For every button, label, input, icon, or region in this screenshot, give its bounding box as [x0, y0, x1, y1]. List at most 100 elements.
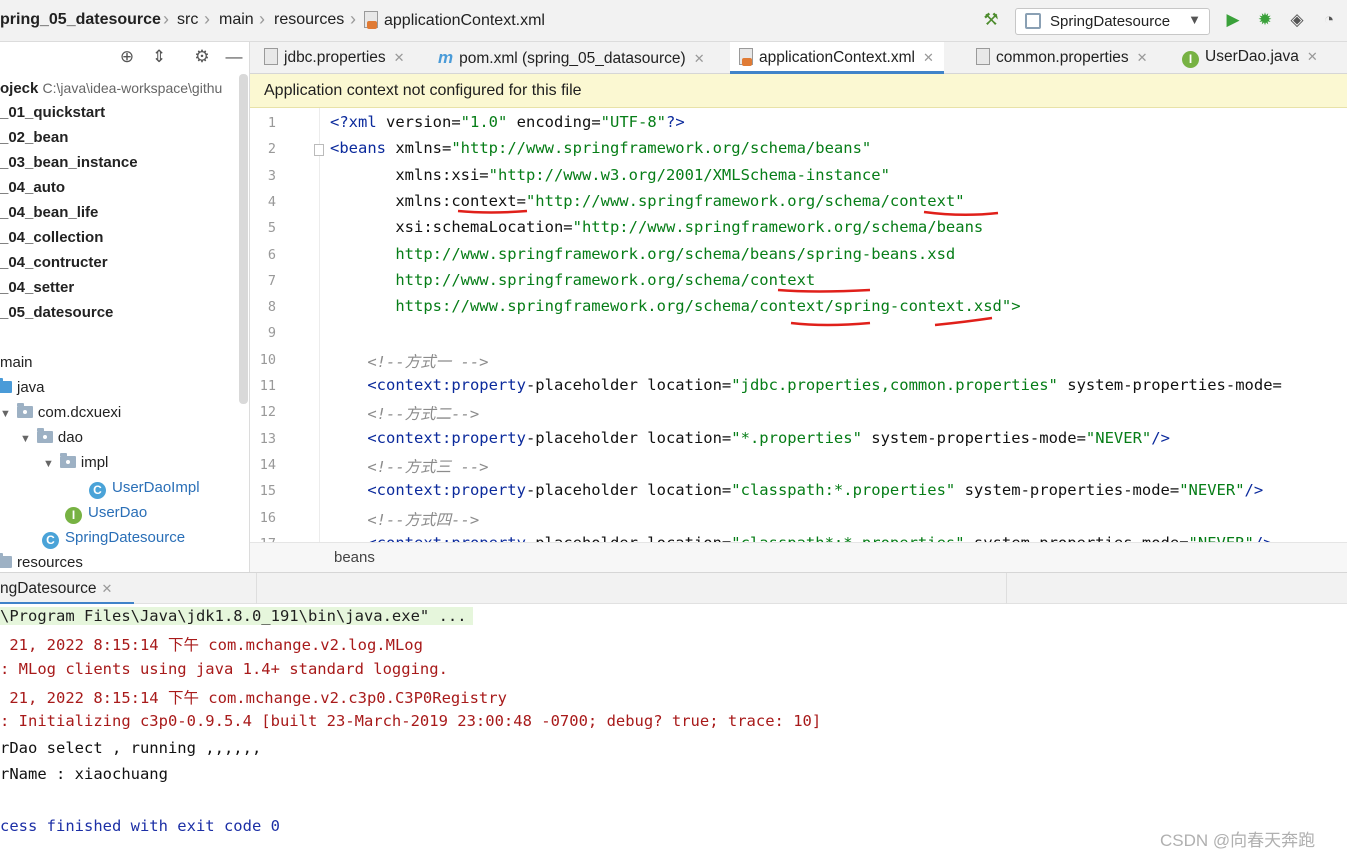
tree-package-impl[interactable]: ▼ impl: [43, 453, 108, 474]
close-icon[interactable]: ✕: [1137, 50, 1148, 65]
code-line[interactable]: <?xml version="1.0" encoding="UTF-8"?>: [330, 113, 685, 131]
tree-folder-main-label: main: [0, 354, 33, 371]
breadcrumb-project[interactable]: pring_05_datesource: [0, 11, 161, 29]
run-console[interactable]: \Program Files\Java\jdk1.8.0_191\bin\jav…: [0, 604, 1347, 856]
tree-interface-userdao[interactable]: I UserDao: [65, 503, 147, 524]
profile-icon[interactable]: ◔: [1318, 9, 1340, 31]
configuration-icon: [1025, 13, 1041, 29]
code-line[interactable]: https://www.springframework.org/schema/c…: [330, 297, 1020, 315]
debug-icon[interactable]: ✹: [1254, 9, 1276, 31]
editor-breadcrumb-beans[interactable]: beans: [334, 549, 375, 566]
breadcrumb-main[interactable]: main: [219, 11, 254, 29]
code-line[interactable]: <!--方式三 -->: [330, 455, 488, 477]
close-icon[interactable]: ✕: [923, 50, 934, 65]
hammer-icon[interactable]: ⚒: [980, 9, 1002, 31]
tree-module[interactable]: _04_setter: [0, 278, 74, 298]
expand-triangle-icon[interactable]: ▼: [0, 404, 11, 424]
fold-marker-icon[interactable]: [314, 144, 324, 156]
source-folder-icon: [0, 378, 12, 393]
close-icon[interactable]: ✕: [694, 51, 705, 66]
line-number: 13: [259, 430, 276, 447]
tree-folder-main[interactable]: main: [0, 353, 33, 373]
breadcrumb-file[interactable]: applicationContext.xml: [364, 11, 545, 30]
expand-triangle-icon[interactable]: ▼: [20, 429, 31, 449]
project-panel: ⊕ ⇕ ⚙ — ojeck C:\java\idea-workspace\git…: [0, 42, 250, 572]
divider: [256, 573, 257, 605]
close-icon[interactable]: ✕: [1307, 49, 1318, 64]
tree-class-userdaoimpl[interactable]: C UserDaoImpl: [89, 478, 200, 499]
minimize-icon[interactable]: —: [224, 47, 244, 67]
xml-file-icon: [364, 11, 378, 29]
project-toolbar: ⊕ ⇕ ⚙ —: [0, 42, 249, 74]
chevron-down-icon: ▼: [1188, 12, 1201, 27]
tree-module[interactable]: _04_collection: [0, 228, 103, 248]
annotation-underline: [923, 210, 999, 217]
console-line: : Initializing c3p0-0.9.5.4 [built 23-Ma…: [0, 712, 822, 731]
breadcrumb-src[interactable]: src: [177, 11, 198, 29]
tree-package-label: com.dcxuexi: [37, 404, 122, 421]
tree-package-root[interactable]: ▼ com.dcxuexi: [0, 403, 121, 424]
line-number: 12: [259, 404, 276, 421]
code-editor[interactable]: 1234567891011121314151617 <?xml version=…: [250, 108, 1347, 542]
collapse-icon[interactable]: ⇕: [149, 47, 169, 67]
code-line[interactable]: <beans xmlns="http://www.springframework…: [330, 139, 871, 157]
code-line[interactable]: http://www.springframework.org/schema/be…: [330, 245, 955, 263]
close-icon[interactable]: ✕: [394, 50, 405, 65]
tree-class-springdatesource-label: SpringDatesource: [65, 529, 186, 546]
close-icon[interactable]: ✕: [102, 581, 113, 596]
tab-label: jdbc.properties: [284, 49, 386, 66]
run-icon[interactable]: ▶: [1222, 9, 1244, 31]
tree-module[interactable]: _04_auto: [0, 178, 65, 198]
properties-file-icon: [264, 48, 278, 65]
tree-package-dao-label: dao: [57, 429, 83, 446]
code-line[interactable]: <context:property-placeholder location="…: [330, 376, 1282, 394]
editor-tabs: jdbc.properties ✕ m pom.xml (spring_05_dat…: [250, 42, 1347, 74]
code-line[interactable]: <context:property-placeholder location="…: [330, 534, 1272, 542]
properties-file-icon: [976, 48, 990, 65]
watermark: CSDN @向春天奔跑: [1160, 831, 1316, 850]
tree-folder-java[interactable]: java: [0, 378, 45, 398]
code-line[interactable]: <!--方式一 -->: [330, 350, 488, 372]
code-line[interactable]: <context:property-placeholder location="…: [330, 429, 1170, 447]
tree-module[interactable]: _04_contructer: [0, 253, 108, 273]
project-root-path: C:\java\idea-workspace\githu: [42, 80, 223, 96]
breadcrumb-resources[interactable]: resources: [274, 11, 344, 29]
line-number: 1: [267, 115, 276, 131]
run-configuration-select[interactable]: SpringDatesource ▼: [1015, 8, 1210, 35]
class-icon: C: [89, 482, 106, 499]
tree-module[interactable]: _02_bean: [0, 128, 68, 148]
code-line[interactable]: <!--方式四-->: [330, 508, 479, 530]
tab-applicationcontext-xml[interactable]: applicationContext.xml ✕: [730, 42, 944, 74]
tab-common-properties[interactable]: common.properties ✕: [976, 42, 1148, 74]
tab-jdbc-properties[interactable]: jdbc.properties ✕: [264, 42, 405, 74]
code-line[interactable]: xsi:schemaLocation="http://www.springfra…: [330, 218, 983, 236]
code-line[interactable]: xmlns:context="http://www.springframewor…: [330, 192, 964, 210]
tree-module[interactable]: _05_datesource: [0, 303, 113, 323]
coverage-icon[interactable]: ◈: [1286, 9, 1308, 31]
xml-file-icon: [739, 48, 753, 66]
code-line[interactable]: <!--方式二-->: [330, 402, 479, 424]
tree-class-springdatesource[interactable]: C SpringDatesource: [42, 528, 185, 549]
tab-pom-xml[interactable]: m pom.xml (spring_05_datasource) ✕: [438, 42, 705, 74]
run-tab-label: ngDatesource: [0, 580, 97, 597]
expand-triangle-icon[interactable]: ▼: [43, 454, 54, 474]
run-tab-springdatesource[interactable]: ngDatesource ✕: [0, 573, 134, 605]
chevron-right-icon: ›: [259, 9, 265, 29]
code-line[interactable]: <context:property-placeholder location="…: [330, 481, 1263, 499]
console-line: 21, 2022 8:15:14 下午 com.mchange.v2.c3p0.…: [0, 688, 507, 707]
project-root[interactable]: ojeck C:\java\idea-workspace\githu: [0, 78, 222, 99]
code-line[interactable]: http://www.springframework.org/schema/co…: [330, 271, 815, 289]
console-line: : MLog clients using java 1.4+ standard …: [0, 659, 448, 678]
annotation-underline: [777, 288, 871, 293]
crosshair-icon[interactable]: ⊕: [117, 47, 137, 67]
tree-module[interactable]: _03_bean_instance: [0, 153, 138, 173]
project-scrollbar[interactable]: [239, 74, 248, 404]
tree-module[interactable]: _01_quickstart: [0, 103, 105, 123]
tree-package-dao[interactable]: ▼ dao: [20, 428, 83, 449]
gear-icon[interactable]: ⚙: [192, 47, 212, 67]
tab-userdao-java[interactable]: I UserDao.java ✕: [1182, 42, 1318, 74]
tree-module[interactable]: _04_bean_life: [0, 203, 98, 223]
tree-class-userdaoimpl-label: UserDaoImpl: [112, 479, 200, 496]
code-line[interactable]: xmlns:xsi="http://www.w3.org/2001/XMLSch…: [330, 166, 890, 184]
tree-folder-resources[interactable]: resources: [0, 553, 83, 572]
